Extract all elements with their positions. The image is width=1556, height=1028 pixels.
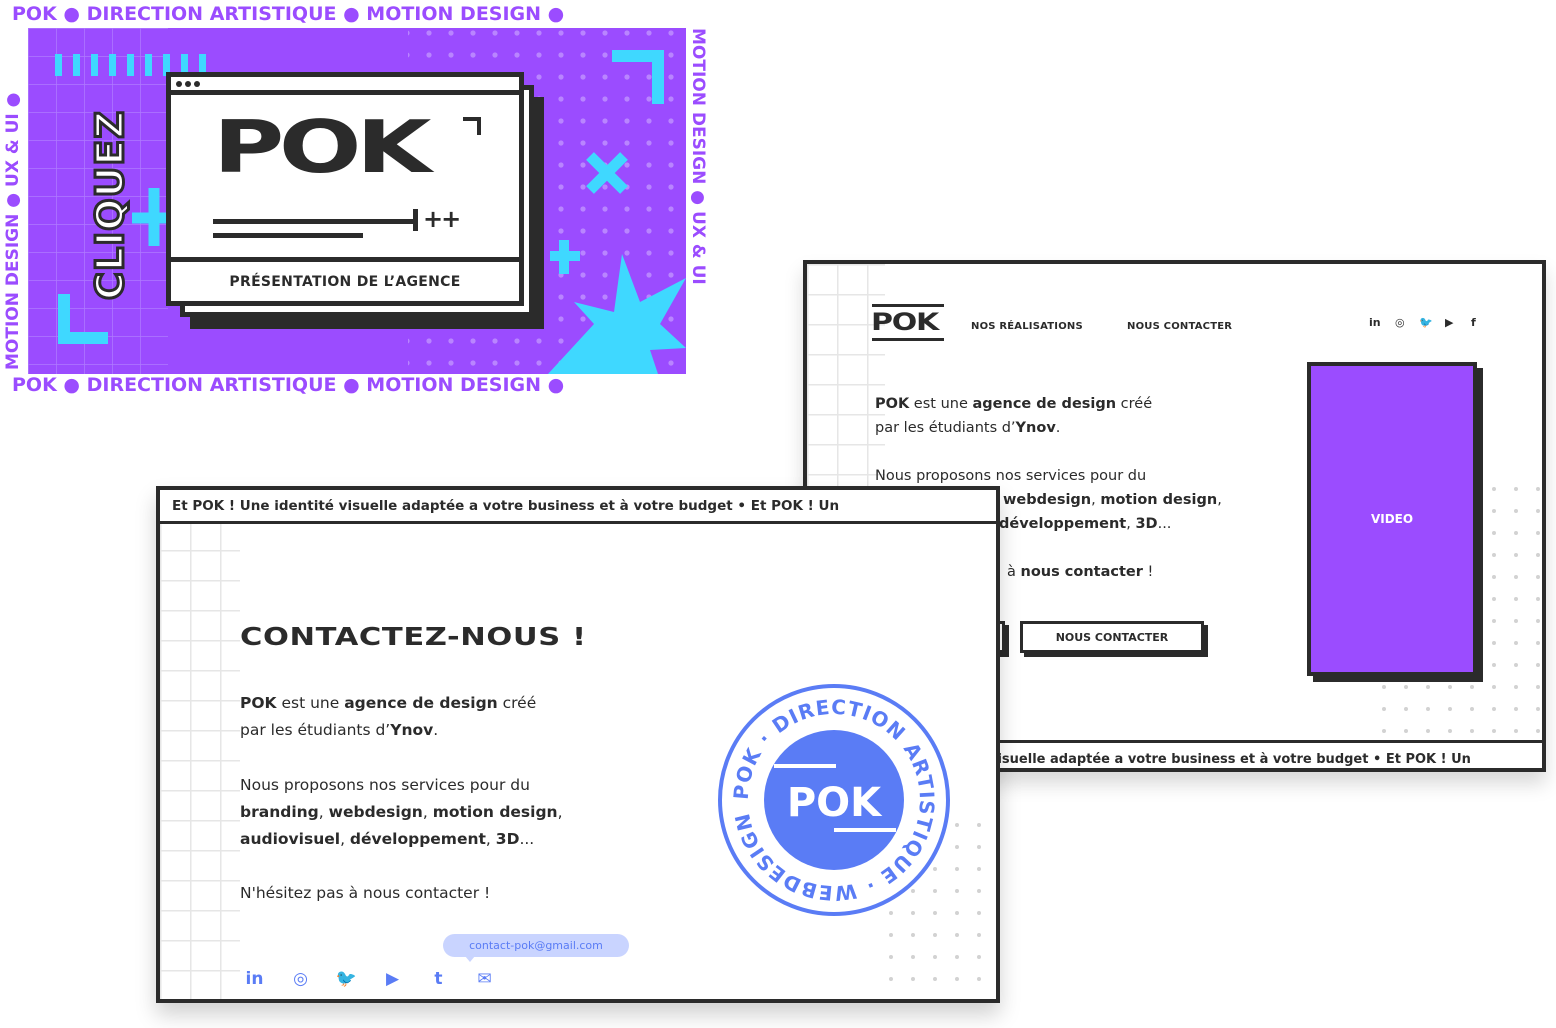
contact-intro-agency: agence de design xyxy=(344,694,498,712)
nav-link-contact[interactable]: NOUS CONTACTER xyxy=(1127,321,1232,332)
site-logo[interactable]: POK xyxy=(871,308,939,336)
service-branding: branding xyxy=(240,803,319,821)
contact-title: CONTACTEZ-NOUS ! xyxy=(240,622,587,651)
video-placeholder[interactable]: VIDEO xyxy=(1307,362,1477,676)
nav-link-realisations[interactable]: NOS RÉALISATIONS xyxy=(971,321,1083,332)
site-cta-text-1: à xyxy=(1007,564,1021,580)
youtube-icon[interactable]: ▶ xyxy=(378,967,407,991)
instagram-icon[interactable]: ◎ xyxy=(286,967,315,991)
site-intro-period: . xyxy=(1055,420,1061,436)
pok-stamp: POK · DIRECTION ARTISTIQUE · WEBDESIGN ·… xyxy=(716,682,950,916)
banner-frame-left-text: MOTION DESIGN ● UX & UI ● xyxy=(3,92,23,371)
facebook-icon[interactable]: f xyxy=(1471,316,1476,329)
logo-suffix: ++ xyxy=(423,205,461,233)
banner-frame-top-text: POK ● DIRECTION ARTISTIQUE ● MOTION DESI… xyxy=(12,3,565,25)
services-sep-2: , xyxy=(422,803,433,821)
presentation-banner[interactable]: POK ● DIRECTION ARTISTIQUE ● MOTION DESI… xyxy=(0,0,710,400)
site-services-sep-2: , xyxy=(1217,492,1222,508)
contact-services: Nous proposons nos services pour du bran… xyxy=(240,772,680,853)
site-services-ellipsis: ... xyxy=(1157,516,1172,532)
site-intro-agency: agence de design xyxy=(972,396,1117,412)
service-webdesign: webdesign xyxy=(328,803,423,821)
contact-intro: POK est une agence de design créé par le… xyxy=(240,690,680,744)
window-dot-icon xyxy=(194,80,200,87)
twitter-icon[interactable]: 🐦 xyxy=(332,967,361,991)
site-service-motion: motion design xyxy=(1100,492,1218,508)
contact-intro-text: est une xyxy=(276,694,345,712)
service-motion-design: motion design xyxy=(432,803,558,821)
email-tooltip[interactable]: contact-pok@gmail.com xyxy=(443,934,629,962)
site-logo-top-rule xyxy=(872,304,944,307)
linkedin-icon[interactable]: in xyxy=(1369,316,1381,329)
youtube-icon[interactable]: ▶ xyxy=(1445,316,1453,329)
twitter-icon[interactable]: 🐦 xyxy=(1419,316,1433,329)
site-service-dev: développement xyxy=(999,516,1127,532)
tumblr-icon[interactable]: t xyxy=(424,967,453,991)
services-ellipsis: ... xyxy=(519,830,535,848)
stamp-logo: POK xyxy=(787,780,883,826)
site-service-webdesign: webdesign xyxy=(1003,492,1092,508)
site-intro-text-3: par les étudiants d’ xyxy=(875,420,1016,436)
banner-window[interactable]: POK ++ PRÉSENTATION DE L’AGENCE xyxy=(166,72,524,306)
contact-closing: N'hésitez pas à nous contacter ! xyxy=(240,884,491,902)
contact-intro-school: Ynov xyxy=(390,721,434,739)
linkedin-icon[interactable]: in xyxy=(240,967,269,991)
cliquez-label[interactable]: CLIQUEZ xyxy=(87,109,134,302)
contact-intro-text-2: créé xyxy=(497,694,537,712)
logo-decor xyxy=(213,117,481,238)
contact-page[interactable]: Et POK ! Une identité visuelle adaptée a… xyxy=(156,486,1000,1003)
instagram-icon[interactable]: ◎ xyxy=(1395,316,1405,329)
site-logo-bottom-rule xyxy=(872,338,944,341)
mail-icon[interactable]: ✉ xyxy=(470,967,499,991)
site-intro-text-2: créé xyxy=(1116,396,1153,412)
site-service-3d: 3D xyxy=(1135,516,1158,532)
services-sep-4: , xyxy=(340,830,350,848)
window-dot-icon xyxy=(176,80,182,87)
site-intro-school: Ynov xyxy=(1015,420,1056,436)
social-icons: in ◎ 🐦 ▶ t ✉ xyxy=(240,967,499,991)
contact-services-line: Nous proposons nos services pour du xyxy=(240,776,530,794)
window-titlebar xyxy=(171,77,519,95)
service-audiovisuel: audiovisuel xyxy=(240,830,341,848)
contact-intro-brand: POK xyxy=(240,694,277,712)
site-cta-text-2: nous contacter xyxy=(1020,564,1143,580)
site-cta-text-3: ! xyxy=(1142,564,1154,580)
services-sep-1: , xyxy=(318,803,329,821)
contact-marquee: Et POK ! Une identité visuelle adaptée a… xyxy=(160,490,996,524)
service-developpement: développement xyxy=(349,830,486,848)
banner-frame-right-text: MOTION DESIGN ● UX & UI xyxy=(688,28,708,285)
nous-contacter-button[interactable]: NOUS CONTACTER xyxy=(1020,621,1204,653)
services-sep-3: , xyxy=(557,803,563,821)
site-services-sep: , xyxy=(1091,492,1101,508)
window-dot-icon xyxy=(185,80,191,87)
site-intro: POK est une agence de design créé par le… xyxy=(875,392,1245,440)
contact-intro-period: . xyxy=(433,721,439,739)
site-services-line: Nous proposons nos services pour du xyxy=(875,468,1147,484)
site-intro-brand: POK xyxy=(875,396,910,412)
service-3d: 3D xyxy=(495,830,520,848)
banner-caption: PRÉSENTATION DE L’AGENCE xyxy=(171,257,519,301)
site-intro-text: est une xyxy=(909,396,973,412)
services-sep-5: , xyxy=(485,830,496,848)
contact-intro-text-3: par les étudiants d’ xyxy=(240,721,391,739)
banner-frame-bottom-text: POK ● DIRECTION ARTISTIQUE ● MOTION DESI… xyxy=(12,374,565,396)
